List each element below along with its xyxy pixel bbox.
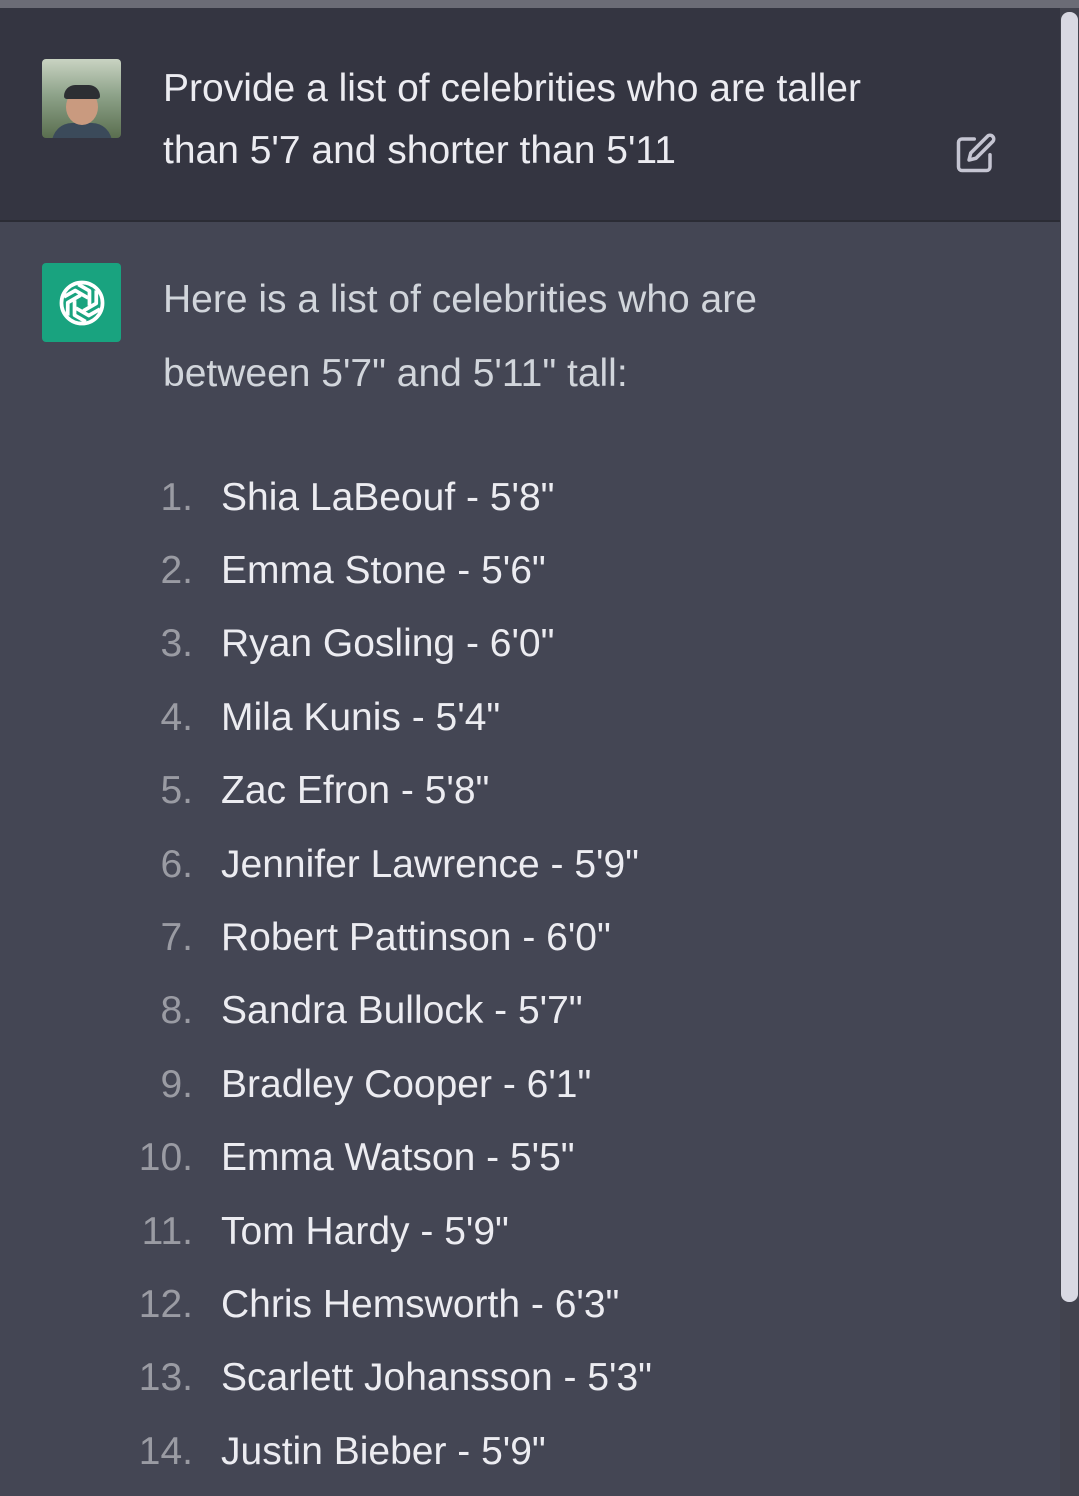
list-item: 1. Shia LaBeouf - 5'8"	[0, 461, 652, 534]
list-item: 4. Mila Kunis - 5'4"	[0, 681, 652, 754]
list-item-text: Scarlett Johansson - 5'3"	[221, 1356, 653, 1400]
list-item-number: 5.	[160, 769, 193, 813]
avatar-cap	[64, 85, 100, 99]
chat-page: Provide a list of celebrities who are ta…	[0, 0, 1079, 1496]
list-item-text: Chris Hemsworth - 6'3"	[221, 1282, 620, 1326]
list-item-number: 14.	[138, 1429, 193, 1473]
list-item-text: Jennifer Lawrence - 5'9"	[221, 842, 640, 886]
celebrity-list: 1. Shia LaBeouf - 5'8" 2. Emma Stone - 5'6…	[0, 461, 652, 1488]
list-item-text: Justin Bieber - 5'9"	[221, 1429, 546, 1473]
list-item-number: 9.	[160, 1062, 193, 1106]
list-item-number: 7.	[160, 916, 193, 960]
list-item: 12. Chris Hemsworth - 6'3"	[0, 1268, 652, 1341]
list-item-text: Ryan Gosling - 6'0"	[221, 622, 555, 666]
list-item-text: Emma Stone - 5'6"	[221, 549, 546, 593]
user-message-line-1: Provide a list of celebrities who are ta…	[163, 67, 861, 110]
openai-logo-icon	[42, 263, 121, 342]
list-item: 5. Zac Efron - 5'8"	[0, 755, 652, 828]
list-item-text: Zac Efron - 5'8"	[221, 769, 490, 813]
list-item-number: 12.	[138, 1282, 193, 1326]
list-item-number: 3.	[160, 622, 193, 666]
user-message-text: Provide a list of celebrities who are ta…	[163, 58, 943, 182]
list-item: 10. Emma Watson - 5'5"	[0, 1122, 652, 1195]
user-message-line-2: than 5'7 and shorter than 5'11	[163, 129, 676, 172]
list-item-text: Tom Hardy - 5'9"	[221, 1209, 509, 1253]
list-item-text: Bradley Cooper - 6'1"	[221, 1062, 592, 1106]
assistant-intro-line-2: between 5'7" and 5'11" tall:	[163, 352, 628, 395]
list-item-text: Mila Kunis - 5'4"	[221, 695, 501, 739]
list-item: 2. Emma Stone - 5'6"	[0, 534, 652, 607]
list-item-number: 8.	[160, 989, 193, 1033]
list-item-text: Robert Pattinson - 6'0"	[221, 916, 611, 960]
list-item: 11. Tom Hardy - 5'9"	[0, 1195, 652, 1268]
list-item-text: Shia LaBeouf - 5'8"	[221, 475, 555, 519]
user-message-row: Provide a list of celebrities who are ta…	[0, 8, 1060, 220]
top-border	[0, 0, 1079, 8]
list-item-number: 1.	[160, 475, 193, 519]
list-item: 13. Scarlett Johansson - 5'3"	[0, 1342, 652, 1415]
list-item: 14. Justin Bieber - 5'9"	[0, 1415, 652, 1488]
list-item-number: 4.	[160, 695, 193, 739]
assistant-intro-line-1: Here is a list of celebrities who are	[163, 278, 757, 321]
list-item-number: 6.	[160, 842, 193, 886]
list-item: 3. Ryan Gosling - 6'0"	[0, 608, 652, 681]
list-item-text: Emma Watson - 5'5"	[221, 1136, 575, 1180]
list-item: 8. Sandra Bullock - 5'7"	[0, 975, 652, 1048]
edit-pencil-icon[interactable]	[955, 132, 997, 174]
avatar-shirt	[52, 123, 112, 138]
assistant-intro-text: Here is a list of celebrities who are bet…	[163, 263, 963, 411]
list-item-number: 11.	[141, 1209, 193, 1253]
user-avatar	[42, 59, 121, 138]
list-item: 6. Jennifer Lawrence - 5'9"	[0, 828, 652, 901]
list-item: 7. Robert Pattinson - 6'0"	[0, 901, 652, 974]
list-item-number: 13.	[138, 1356, 193, 1400]
list-item: 9. Bradley Cooper - 6'1"	[0, 1048, 652, 1121]
list-item-number: 2.	[160, 549, 193, 593]
list-item-text: Sandra Bullock - 5'7"	[221, 989, 583, 1033]
list-item-number: 10.	[138, 1136, 193, 1180]
scrollbar-thumb[interactable]	[1061, 12, 1078, 1302]
